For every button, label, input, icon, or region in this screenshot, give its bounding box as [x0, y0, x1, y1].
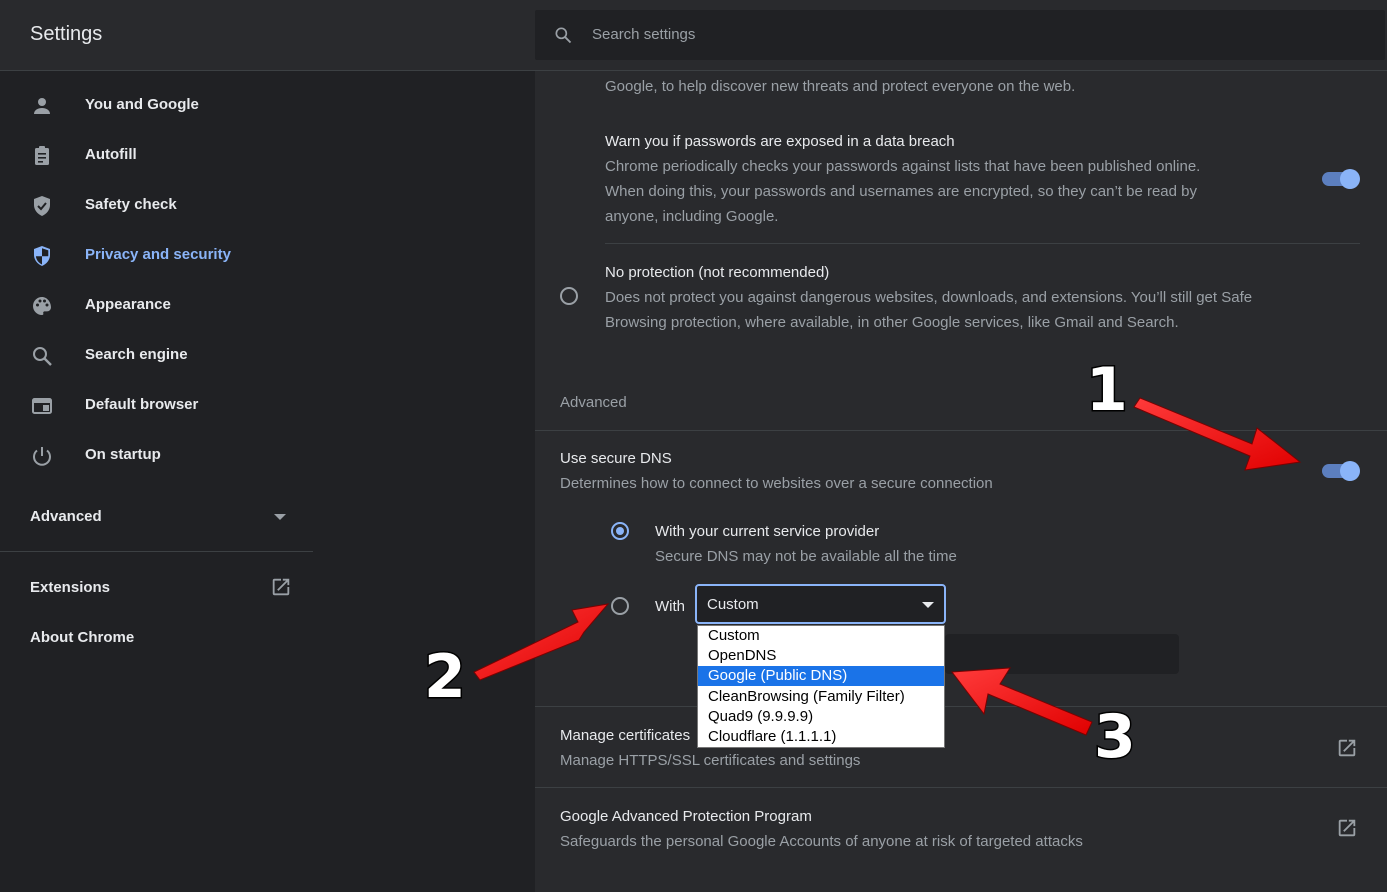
arrow-3	[951, 667, 1093, 736]
arrow-1	[1133, 397, 1302, 471]
annotation-step-3: 3	[1093, 701, 1138, 774]
annotation-step-1: 1	[1085, 354, 1130, 427]
annotation-arrows	[473, 397, 1302, 736]
arrow-2	[473, 603, 610, 681]
annotation-step-2: 2	[423, 641, 468, 714]
